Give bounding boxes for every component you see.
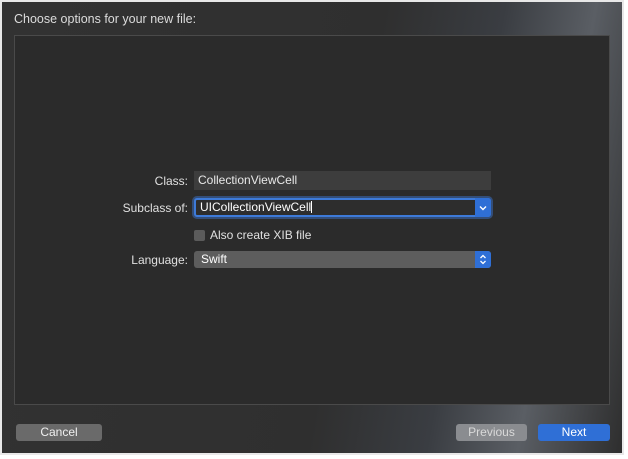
text-cursor xyxy=(311,201,313,213)
language-popup[interactable]: Swift xyxy=(194,251,491,268)
new-file-dialog: Choose options for your new file: Class:… xyxy=(0,0,624,455)
language-popup-button[interactable] xyxy=(475,251,491,268)
language-label: Language: xyxy=(131,253,188,267)
next-button[interactable]: Next xyxy=(538,424,610,441)
class-label: Class: xyxy=(154,174,188,188)
up-down-arrows-icon xyxy=(480,254,486,265)
xib-checkbox[interactable] xyxy=(194,229,205,241)
subclass-label: Subclass of: xyxy=(122,201,188,215)
previous-button[interactable]: Previous xyxy=(456,424,527,441)
dialog-title: Choose options for your new file: xyxy=(14,12,197,26)
subclass-dropdown-button[interactable] xyxy=(475,198,491,217)
language-value: Swift xyxy=(201,252,228,266)
xib-checkbox-row[interactable]: Also create XIB file xyxy=(194,228,311,242)
subclass-combobox[interactable]: UICollectionViewCell xyxy=(194,198,491,217)
subclass-input[interactable]: UICollectionViewCell xyxy=(200,200,313,215)
cancel-button[interactable]: Cancel xyxy=(16,424,102,441)
class-name-field[interactable]: CollectionViewCell xyxy=(194,171,491,190)
options-panel xyxy=(14,35,610,405)
chevron-down-icon xyxy=(479,205,487,210)
xib-checkbox-label[interactable]: Also create XIB file xyxy=(210,228,311,242)
